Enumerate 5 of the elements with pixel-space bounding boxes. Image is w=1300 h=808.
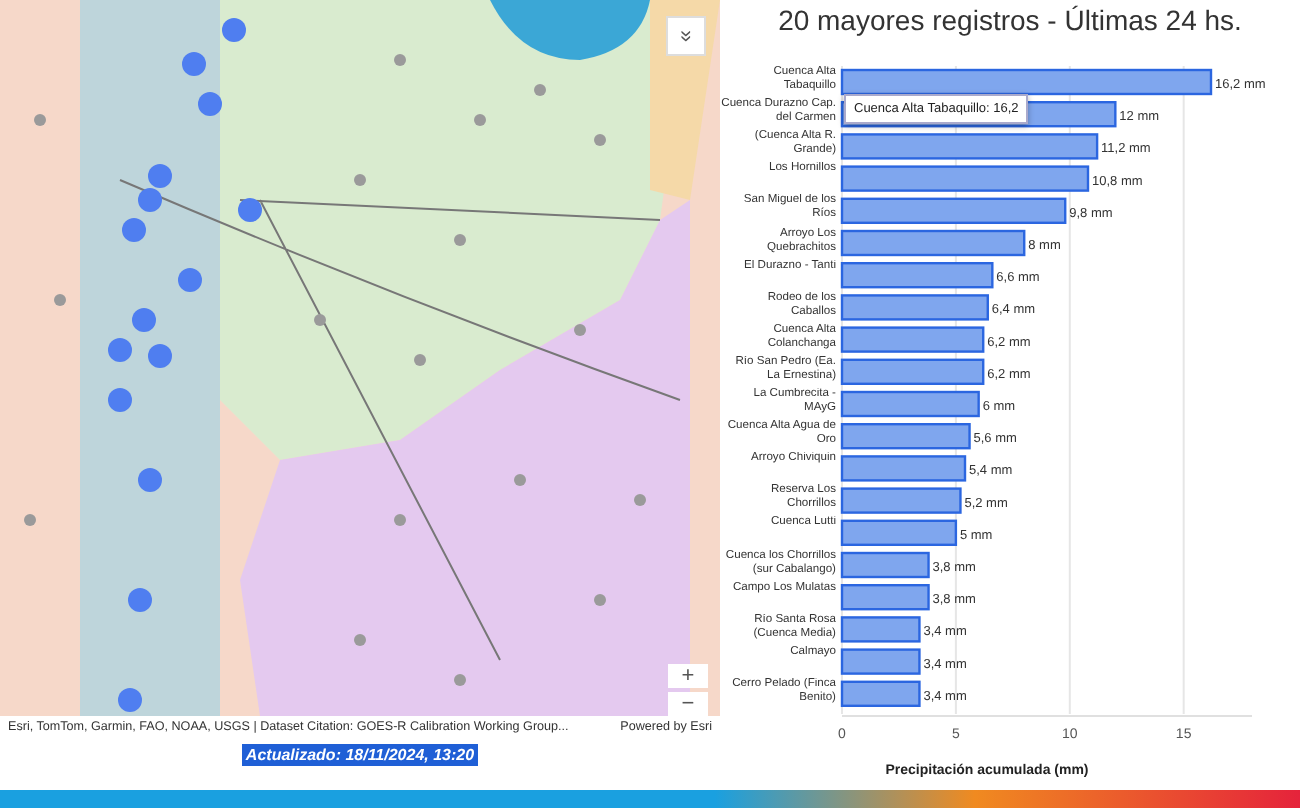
zoom-out-button[interactable]: − (668, 692, 708, 716)
zoom-in-button[interactable]: + (668, 664, 708, 688)
chart-title: 20 mayores registros - Últimas 24 hs. (776, 2, 1244, 40)
updated-timestamp: Actualizado: 18/11/2024, 13:20 (241, 744, 479, 766)
collapse-button[interactable]: » (666, 16, 706, 56)
